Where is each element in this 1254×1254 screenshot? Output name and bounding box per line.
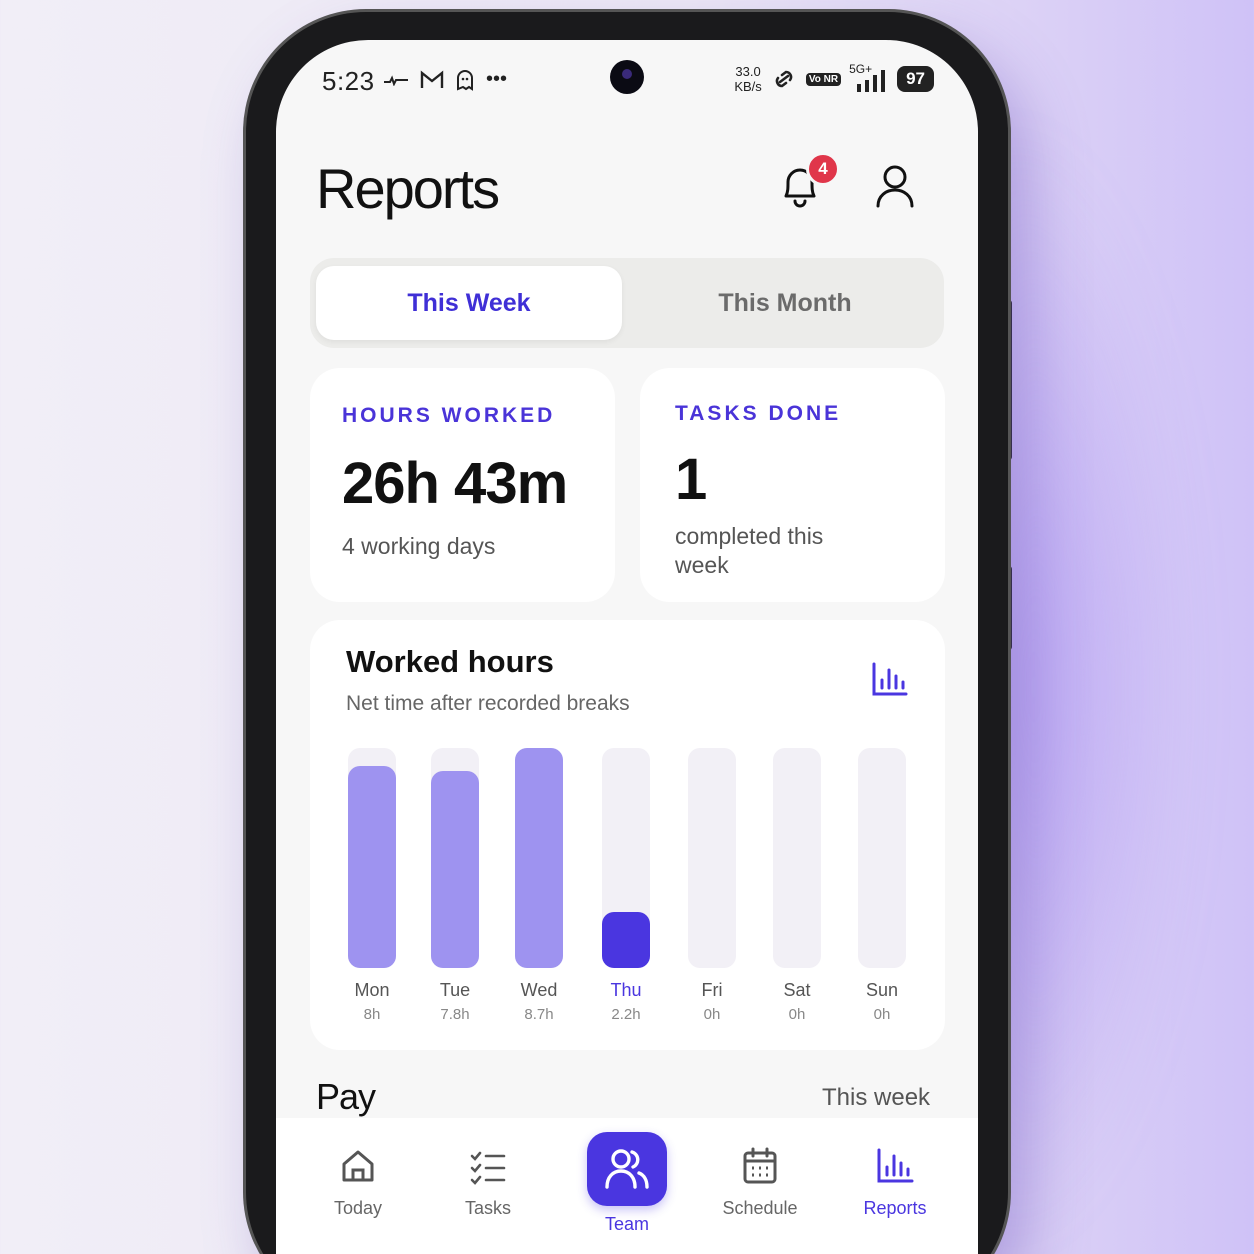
bar-tue[interactable] [431,748,479,968]
hours-worked-value: 26h 43m [342,451,568,516]
battery-icon: 97 [897,66,934,92]
tab-this-month[interactable]: This Month [632,266,938,340]
tasks-done-card[interactable]: TASKS DONE 1 completed this week [640,368,945,602]
tasks-done-value: 1 [675,447,707,512]
nav-team-button[interactable] [587,1132,667,1206]
nav-today[interactable]: Today [298,1118,418,1219]
worked-hours-title: Worked hours [346,644,554,679]
bar-wed[interactable] [515,748,563,968]
gmail-icon [420,70,444,88]
bar-value-label: 0h [873,1006,891,1023]
reports-chart-icon [877,1148,914,1183]
status-bar: 5:23 ••• 33.0 KB/s Vo NR 5G+ 97 [276,40,978,120]
bar-sun[interactable] [858,748,906,968]
bar-track [773,748,821,968]
net-speed: 33.0 KB/s [734,64,762,94]
ghost-icon [457,69,473,91]
home-icon [342,1150,374,1182]
background-glow [990,120,1190,1254]
bar-sat[interactable] [773,748,821,968]
bar-fill [515,748,563,968]
bar-day-label: Fri [701,980,723,1000]
hours-worked-label: HOURS WORKED [342,404,556,427]
bar-fill [602,912,650,968]
calendar-icon [743,1147,777,1184]
bar-value-label: 0h [703,1006,721,1023]
nav-tasks[interactable]: Tasks [428,1118,548,1219]
bar-value-label: 7.8h [440,1006,470,1023]
bar-day-label: Thu [610,980,642,1000]
cell-signal-icon: 5G+ [849,62,889,92]
bar-fill [348,766,396,968]
bar-day-label: Sun [865,980,899,1000]
bar-value-label: 8.7h [524,1006,554,1023]
signal-wave-icon [384,74,408,86]
period-segmented-control: This Week This Month [310,258,944,348]
profile-icon[interactable] [874,164,916,208]
checklist-icon [470,1151,506,1185]
team-icon [605,1149,649,1189]
bar-day-label: Sat [783,980,811,1000]
bar-value-label: 2.2h [611,1006,641,1023]
tab-this-week[interactable]: This Week [316,266,622,340]
tasks-done-label: TASKS DONE [675,402,842,425]
worked-hours-card: Worked hours Net time after recorded bre… [310,620,945,1050]
vonr-icon: Vo NR [805,72,842,86]
system-icons: 33.0 KB/s Vo NR 5G+ 97 [734,62,934,94]
bar-day-label: Tue [439,980,471,1000]
nav-team-label: Team [604,1214,649,1234]
bottom-nav: Today Tasks Team Schedule Reports [276,1118,978,1254]
notification-badge: 4 [806,152,840,186]
bar-day-label: Mon [354,980,390,1000]
pay-title: Pay [316,1076,376,1117]
front-camera [610,60,644,94]
bar-day-label: Wed [520,980,558,1000]
status-time: 5:23 [322,66,375,96]
worked-hours-subtitle: Net time after recorded breaks [346,692,630,715]
hours-worked-card[interactable]: HOURS WORKED 26h 43m 4 working days [310,368,615,602]
page-title: Reports [316,157,500,220]
bar-fill [431,771,479,968]
bar-thu[interactable] [602,748,650,968]
more-icon: ••• [486,68,508,90]
hours-worked-sub: 4 working days [342,533,496,559]
nav-schedule[interactable]: Schedule [700,1118,820,1219]
tasks-done-sub: completed this week [675,523,824,578]
bar-track [688,748,736,968]
bar-fri[interactable] [688,748,736,968]
bar-value-label: 8h [363,1006,381,1023]
phone-screen: 5:23 ••• 33.0 KB/s Vo NR 5G+ 97 Reports … [276,40,978,1254]
nav-reports[interactable]: Reports [835,1118,955,1219]
link-icon [775,70,793,88]
bar-mon[interactable] [348,748,396,968]
notification-icons: ••• [384,68,507,91]
bar-chart-icon[interactable] [870,660,910,700]
bar-value-label: 0h [788,1006,806,1023]
bar-track [858,748,906,968]
pay-period[interactable]: This week [822,1084,930,1112]
